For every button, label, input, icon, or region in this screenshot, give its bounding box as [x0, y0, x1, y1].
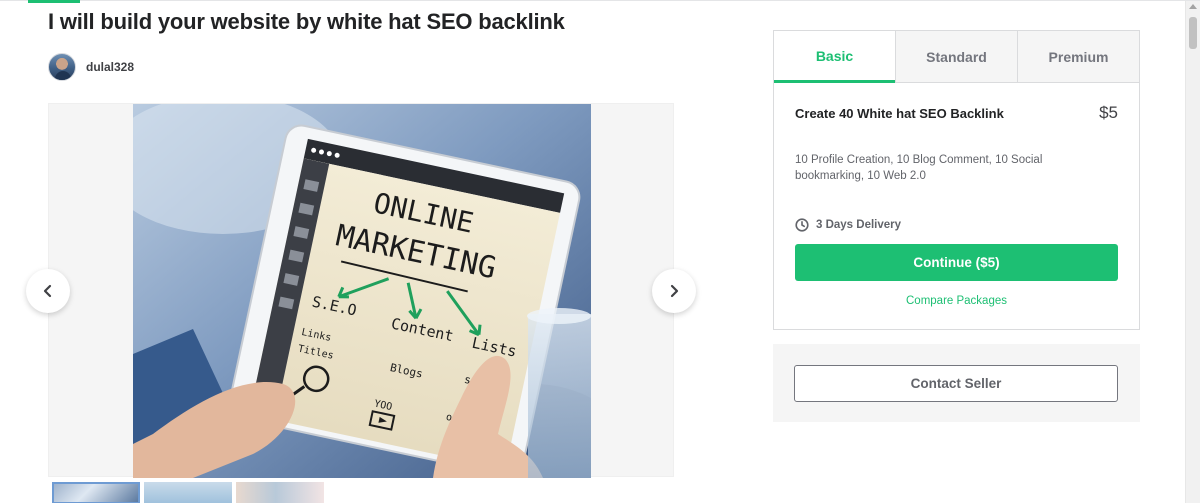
clock-icon: [795, 218, 809, 232]
gallery-thumbnail[interactable]: [144, 482, 232, 503]
contact-section: Contact Seller: [773, 344, 1140, 422]
gallery-slide[interactable]: ONLINE MARKETING S.E.O Content Lists Lin…: [133, 104, 591, 478]
tab-premium[interactable]: Premium: [1017, 31, 1139, 83]
package-tabs: Basic Standard Premium: [774, 31, 1139, 83]
online-marketing-image: ONLINE MARKETING S.E.O Content Lists Lin…: [133, 104, 591, 478]
seller-name[interactable]: dulal328: [86, 60, 134, 74]
top-accent-bar: [28, 0, 80, 3]
gig-page: I will build your website by white hat S…: [0, 0, 1200, 503]
gig-title: I will build your website by white hat S…: [48, 9, 565, 34]
packages-card: Basic Standard Premium Create 40 White h…: [773, 30, 1140, 330]
contact-seller-button[interactable]: Contact Seller: [794, 365, 1118, 402]
gallery-thumbnails: [52, 482, 324, 503]
tab-basic[interactable]: Basic: [774, 31, 895, 83]
scroll-up-arrow-icon[interactable]: [1189, 4, 1197, 9]
package-title: Create 40 White hat SEO Backlink: [795, 105, 1004, 121]
scrollbar-thumb[interactable]: [1189, 17, 1197, 49]
chevron-right-icon: [670, 284, 679, 298]
gallery-thumbnail[interactable]: [236, 482, 324, 503]
package-description: 10 Profile Creation, 10 Blog Comment, 10…: [795, 154, 1043, 182]
delivery-info: 3 Days Delivery: [795, 218, 901, 232]
delivery-label: 3 Days Delivery: [816, 219, 902, 231]
chevron-left-icon: [43, 284, 52, 298]
seller-info: dulal328: [48, 53, 134, 81]
gallery-thumbnail[interactable]: [52, 482, 140, 503]
seller-avatar[interactable]: [48, 53, 76, 81]
compare-packages-link[interactable]: Compare Packages: [774, 295, 1139, 307]
continue-button[interactable]: Continue ($5): [795, 244, 1118, 281]
gig-gallery: ONLINE MARKETING S.E.O Content Lists Lin…: [48, 103, 674, 478]
gallery-next-button[interactable]: [652, 269, 696, 313]
package-price: $5: [1099, 103, 1118, 122]
tab-standard[interactable]: Standard: [895, 31, 1017, 83]
page-scrollbar[interactable]: [1185, 1, 1200, 503]
package-header: Create 40 White hat SEO Backlink $5: [795, 103, 1118, 123]
gallery-prev-button[interactable]: [26, 269, 70, 313]
